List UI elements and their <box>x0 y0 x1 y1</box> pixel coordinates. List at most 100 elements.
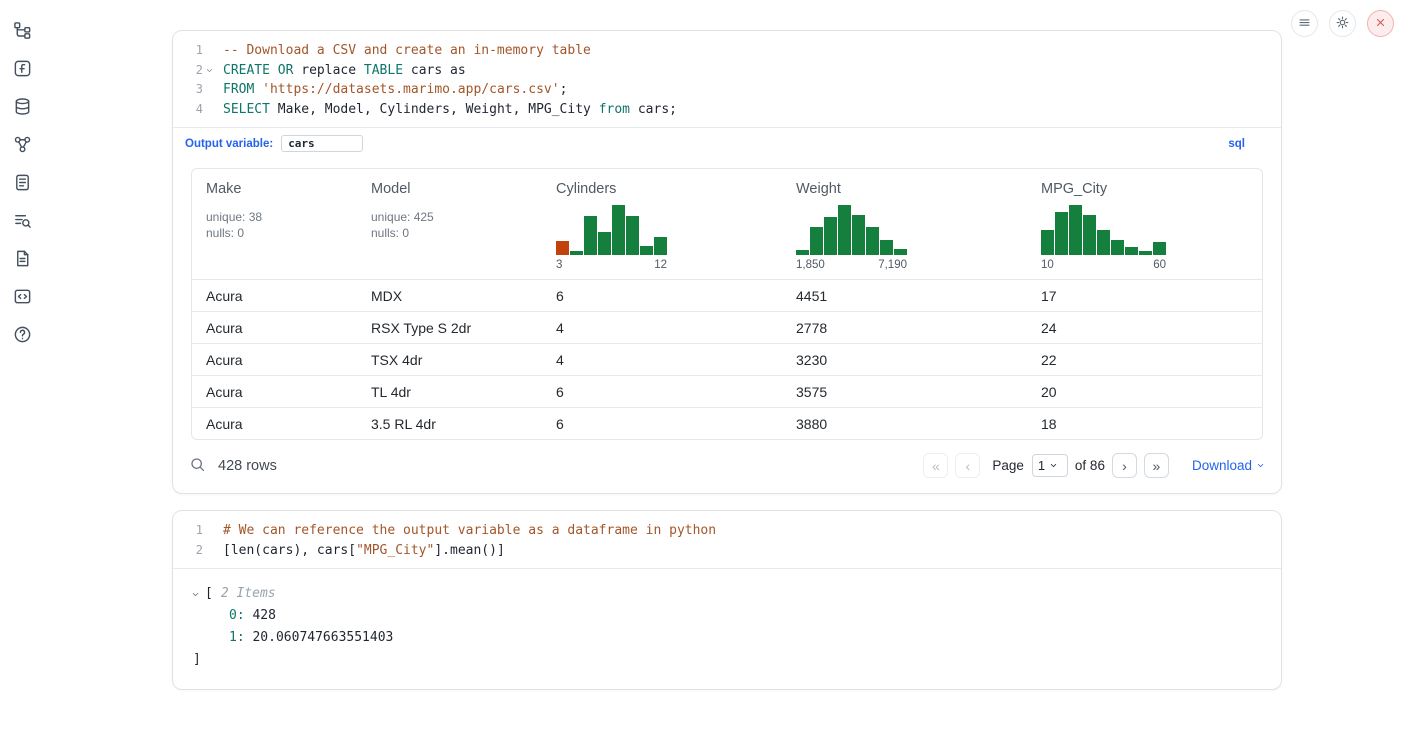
tree-entry: 0: 428 <box>191 605 1263 627</box>
code-token: CREATE <box>223 63 270 78</box>
table-cell: Acura <box>192 312 357 344</box>
chevron-down-icon <box>1256 458 1265 473</box>
histogram-bar <box>1069 205 1082 255</box>
prev-page-button[interactable]: ‹ <box>955 453 980 478</box>
fold-chevron-icon[interactable] <box>203 61 215 81</box>
menu-icon <box>1297 15 1312 33</box>
code-token: replace <box>293 63 363 78</box>
sidebar-button-database[interactable] <box>10 96 34 120</box>
column-header-weight[interactable]: Weight 1,8507,190 <box>782 169 1027 280</box>
histogram-bar <box>1041 230 1054 255</box>
code-token: OR <box>278 63 294 78</box>
table-cell: 6 <box>542 408 782 440</box>
data-table: Makeunique: 38nulls: 0Modelunique: 425nu… <box>192 169 1262 439</box>
table-row: AcuraTL 4dr6357520 <box>192 376 1262 408</box>
line-number: 3 <box>173 80 203 100</box>
code-token: SELECT <box>223 102 270 117</box>
table-cell: 3575 <box>782 376 1027 408</box>
sidebar-button-help[interactable] <box>10 324 34 348</box>
table-cell: 24 <box>1027 312 1262 344</box>
table-row: AcuraTSX 4dr4323022 <box>192 344 1262 376</box>
fold-gutter <box>203 521 215 541</box>
gear-icon <box>1335 15 1350 33</box>
histogram-bar <box>640 246 653 255</box>
histogram-bar <box>1139 251 1152 255</box>
histogram-cylinders[interactable]: 312 <box>556 205 667 271</box>
column-header-mpg-city[interactable]: MPG_City1060 <box>1027 169 1262 280</box>
chevron-down-icon <box>1049 458 1058 473</box>
histogram-bar <box>654 237 667 255</box>
code-line: 2[len(cars), cars["MPG_City"].mean()] <box>173 541 1281 561</box>
code-line: 1# We can reference the output variable … <box>173 521 1281 541</box>
code-token: from <box>599 102 630 117</box>
sidebar-button-dependency-graph[interactable] <box>10 134 34 158</box>
histogram-range: 1,8507,190 <box>796 259 907 271</box>
settings-button[interactable] <box>1329 10 1356 37</box>
search-icon <box>189 456 206 476</box>
column-label: Weight <box>796 179 1013 199</box>
table-cell: 22 <box>1027 344 1262 376</box>
histogram-weight[interactable]: 1,8507,190 <box>796 205 907 271</box>
histogram-bars <box>796 205 907 255</box>
collapse-chevron-icon[interactable] <box>191 590 205 599</box>
output-variable-input[interactable]: cars <box>281 135 363 152</box>
code-token: ; <box>560 82 568 97</box>
line-number: 4 <box>173 100 203 120</box>
page-select[interactable]: 1 <box>1032 454 1068 477</box>
sidebar-button-scratchpad[interactable] <box>10 172 34 196</box>
table-cell: TL 4dr <box>357 376 542 408</box>
next-page-button[interactable]: › <box>1112 453 1137 478</box>
code-text: SELECT Make, Model, Cylinders, Weight, M… <box>215 100 677 120</box>
histogram-bar <box>584 216 597 255</box>
histogram-mpg-city[interactable]: 1060 <box>1041 205 1166 271</box>
code-token: FROM <box>223 82 254 97</box>
tree-items-count: 2 Items <box>221 583 276 605</box>
column-stat: nulls: 0 <box>371 225 528 241</box>
code-line: 2CREATE OR replace TABLE cars as <box>173 61 1281 81</box>
histogram-bar <box>1153 242 1166 255</box>
column-stats: unique: 425nulls: 0 <box>371 209 528 241</box>
menu-button[interactable] <box>1291 10 1318 37</box>
histogram-bars <box>556 205 667 255</box>
table-cell: 2778 <box>782 312 1027 344</box>
table-footer: 428 rows « ‹ Page 1 of 86 › » Download <box>173 440 1281 493</box>
column-header-model[interactable]: Modelunique: 425nulls: 0 <box>357 169 542 280</box>
code-line: 1-- Download a CSV and create an in-memo… <box>173 41 1281 61</box>
sql-editor[interactable]: 1-- Download a CSV and create an in-memo… <box>173 31 1281 128</box>
row-count: 428 rows <box>218 458 277 474</box>
table-cell: 3.5 RL 4dr <box>357 408 542 440</box>
python-output-tree: [ 2 Items 0: 428 1: 20.060747663551403 ] <box>173 569 1281 689</box>
fold-gutter <box>203 80 215 100</box>
last-page-button[interactable]: » <box>1144 453 1169 478</box>
notebook: 1-- Download a CSV and create an in-memo… <box>172 30 1282 690</box>
sidebar-button-snippets[interactable] <box>10 286 34 310</box>
histogram-bar <box>838 205 851 255</box>
histogram-bar <box>852 215 865 255</box>
help-icon <box>13 325 32 347</box>
code-text: FROM 'https://datasets.marimo.app/cars.c… <box>215 80 567 100</box>
column-header-cylinders[interactable]: Cylinders312 <box>542 169 782 280</box>
code-token: [len(cars), cars[ <box>223 543 356 558</box>
shutdown-button[interactable] <box>1367 10 1394 37</box>
sidebar-button-functions[interactable] <box>10 58 34 82</box>
pagination: « ‹ Page 1 of 86 › » Download <box>923 453 1265 478</box>
table-cell: MDX <box>357 280 542 312</box>
column-header-make[interactable]: Makeunique: 38nulls: 0 <box>192 169 357 280</box>
sidebar-button-file-tree[interactable] <box>10 20 34 44</box>
table-search-button[interactable] <box>189 456 206 476</box>
tree-entry-value: 20.060747663551403 <box>252 630 393 645</box>
python-editor[interactable]: 1# We can reference the output variable … <box>173 511 1281 569</box>
table-cell: Acura <box>192 344 357 376</box>
functions-icon <box>13 59 32 81</box>
table-cell: 4 <box>542 312 782 344</box>
language-badge[interactable]: sql <box>1228 138 1245 150</box>
first-page-button[interactable]: « <box>923 453 948 478</box>
sidebar-button-documentation[interactable] <box>10 248 34 272</box>
histogram-bar <box>1055 212 1068 255</box>
code-token: # We can reference the output variable a… <box>223 523 716 538</box>
output-variable-label: Output variable: <box>185 138 273 150</box>
download-button[interactable]: Download <box>1192 458 1265 473</box>
histogram-bar <box>556 241 569 255</box>
top-actions <box>1291 10 1394 37</box>
sidebar-button-logs[interactable] <box>10 210 34 234</box>
